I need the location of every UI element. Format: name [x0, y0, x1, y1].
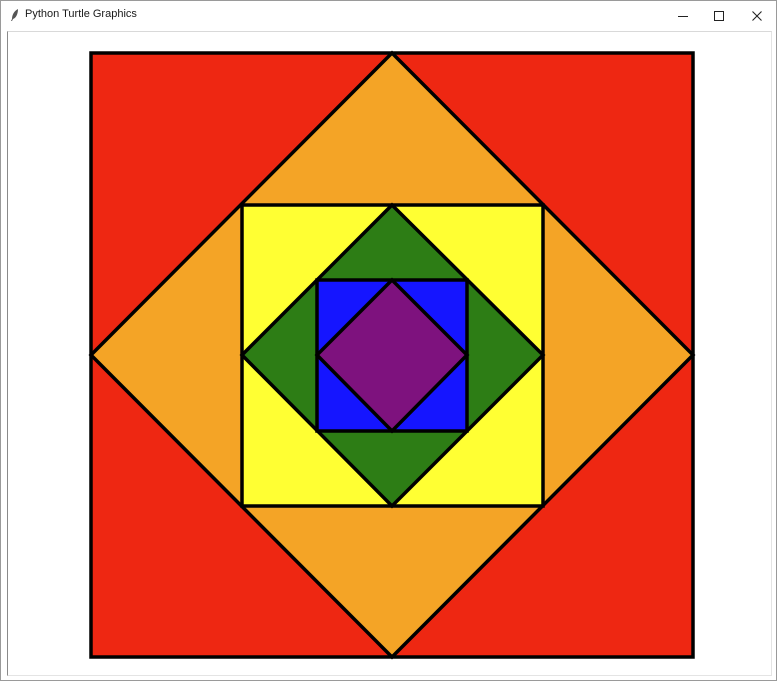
close-icon: [752, 10, 762, 21]
maximize-icon: [714, 10, 724, 21]
turtle-canvas[interactable]: [8, 32, 771, 675]
minimize-button[interactable]: [665, 1, 701, 30]
maximize-button[interactable]: [701, 1, 737, 30]
title-bar[interactable]: Python Turtle Graphics: [1, 1, 776, 30]
turtle-canvas-area[interactable]: [7, 31, 772, 676]
feather-icon: [11, 9, 18, 21]
window-title: Python Turtle Graphics: [25, 8, 137, 20]
minimize-icon: [678, 15, 688, 17]
turtle-window: Python Turtle Graphics: [0, 0, 777, 681]
close-button[interactable]: [739, 1, 775, 30]
